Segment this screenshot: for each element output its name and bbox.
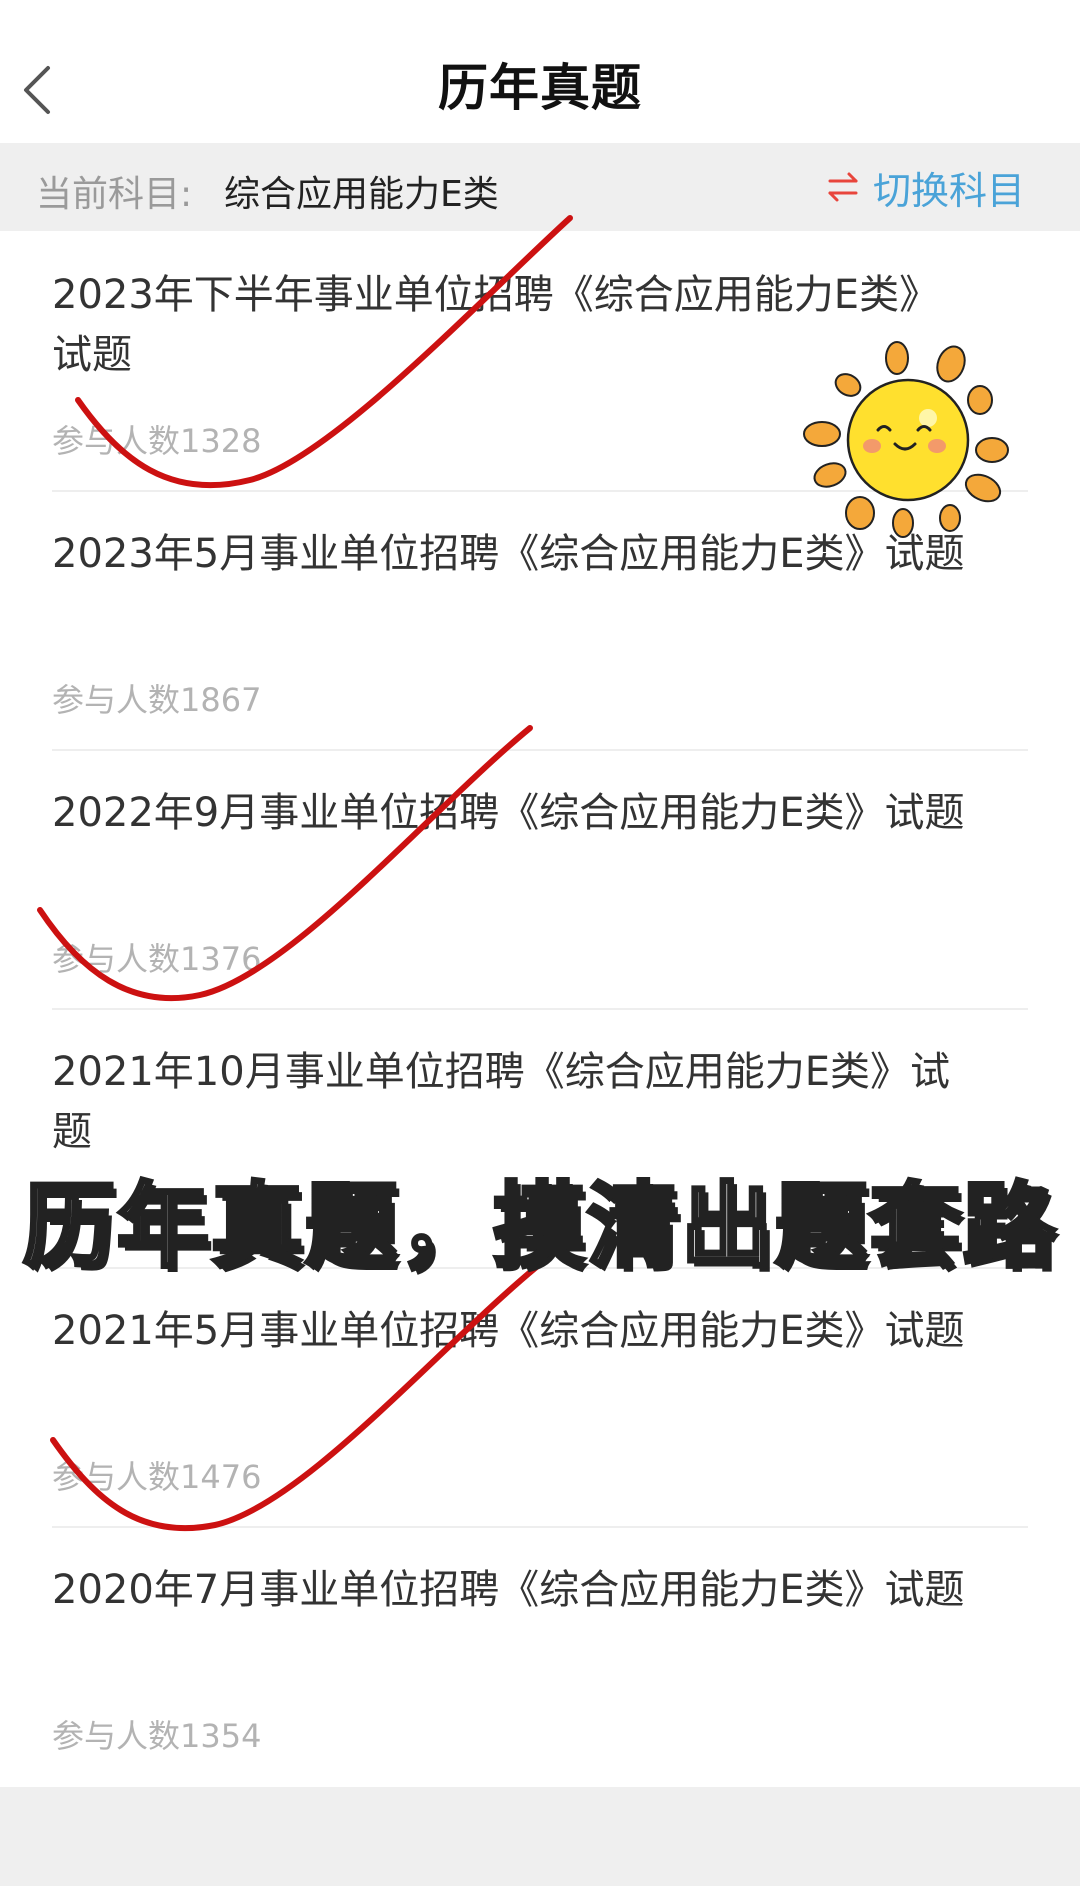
exam-item[interactable]: 2023年下半年事业单位招聘《综合应用能力E类》试题 参与人数1328 xyxy=(52,231,1028,492)
exam-item[interactable]: 2022年9月事业单位招聘《综合应用能力E类》试题 参与人数1376 xyxy=(52,749,1028,1010)
exam-item[interactable]: 2021年10月事业单位招聘《综合应用能力E类》试题 xyxy=(52,1008,1028,1269)
subject-label: 当前科目: xyxy=(36,174,193,215)
page-title: 历年真题 xyxy=(438,59,642,117)
exam-title: 2021年5月事业单位招聘《综合应用能力E类》试题 xyxy=(52,1308,965,1354)
exam-item[interactable]: 2020年7月事业单位招聘《综合应用能力E类》试题 参与人数1354 xyxy=(52,1526,1028,1785)
switch-subject-button[interactable]: 切换科目 xyxy=(825,163,1025,213)
swap-arrows-icon xyxy=(828,172,858,202)
exam-title: 2020年7月事业单位招聘《综合应用能力E类》试题 xyxy=(52,1567,965,1613)
participant-count: 参与人数1328 xyxy=(52,422,262,460)
footer-area xyxy=(0,1787,1080,1886)
exam-item[interactable]: 2021年5月事业单位招聘《综合应用能力E类》试题 参与人数1476 xyxy=(52,1267,1028,1528)
exam-title: 2023年5月事业单位招聘《综合应用能力E类》试题 xyxy=(52,531,965,577)
switch-subject-label: 切换科目 xyxy=(872,168,1025,213)
exam-item[interactable]: 2023年5月事业单位招聘《综合应用能力E类》试题 参与人数1867 xyxy=(52,490,1028,751)
exam-title: 2023年下半年事业单位招聘《综合应用能力E类》试题 xyxy=(52,272,940,378)
exam-title: 2021年10月事业单位招聘《综合应用能力E类》试题 xyxy=(52,1049,950,1155)
header-bar: 历年真题 xyxy=(0,0,1080,143)
subject-value: 综合应用能力E类 xyxy=(224,174,499,215)
subject-bar: 当前科目: 综合应用能力E类 切换科目 xyxy=(0,143,1080,231)
participant-count: 参与人数1376 xyxy=(52,940,262,978)
participant-count: 参与人数1354 xyxy=(52,1717,262,1755)
participant-count: 参与人数1476 xyxy=(52,1458,262,1496)
participant-count: 参与人数1867 xyxy=(52,681,262,719)
exam-title: 2022年9月事业单位招聘《综合应用能力E类》试题 xyxy=(52,790,965,836)
